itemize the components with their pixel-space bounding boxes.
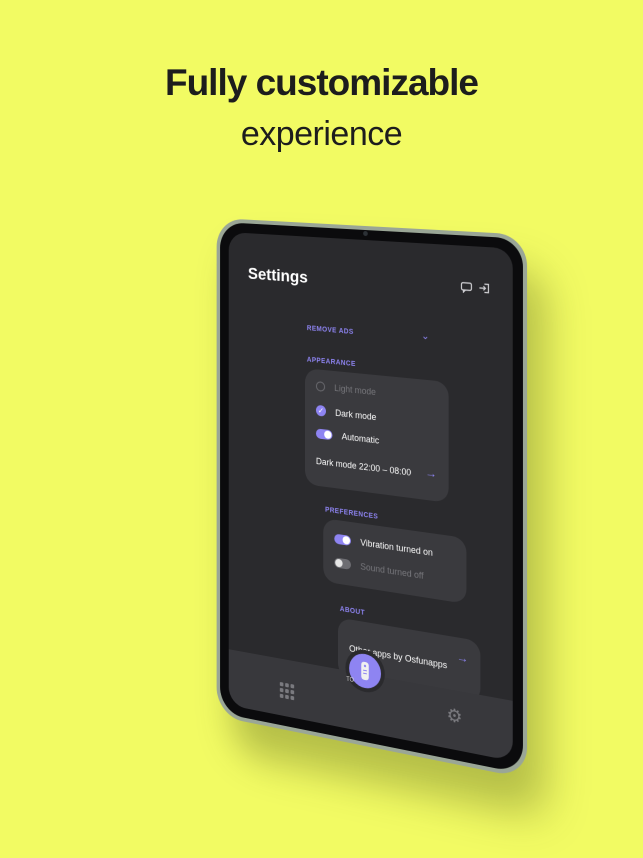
chat-icon[interactable] bbox=[460, 280, 472, 293]
fab-label: TO bbox=[346, 677, 354, 684]
tablet-bezel: Settings REMOVE ADS ⌄ APPEARANCE Light m… bbox=[220, 222, 523, 774]
automatic-toggle[interactable] bbox=[316, 428, 333, 440]
arrow-right-icon[interactable]: → bbox=[425, 465, 437, 481]
page-title: Settings bbox=[248, 264, 308, 288]
device-stage: Settings REMOVE ADS ⌄ APPEARANCE Light m… bbox=[0, 0, 643, 858]
preferences-header: PREFERENCES bbox=[325, 507, 378, 521]
vibration-label: Vibration turned on bbox=[360, 537, 433, 558]
light-mode-option[interactable]: Light mode bbox=[316, 381, 376, 397]
app-screen: Settings REMOVE ADS ⌄ APPEARANCE Light m… bbox=[229, 232, 513, 761]
radio-empty-icon bbox=[316, 381, 325, 392]
sound-label: Sound turned off bbox=[360, 561, 423, 581]
login-icon[interactable] bbox=[478, 282, 490, 295]
arrow-right-icon[interactable]: → bbox=[457, 650, 469, 666]
top-icons bbox=[460, 280, 490, 294]
sound-option[interactable]: Sound turned off bbox=[334, 557, 423, 581]
sound-toggle[interactable] bbox=[334, 557, 351, 569]
schedule-label: Dark mode 22:00 – 08:00 bbox=[316, 456, 411, 478]
checkmark-icon: ✓ bbox=[316, 405, 326, 417]
grid-icon[interactable] bbox=[280, 682, 294, 700]
gear-icon[interactable]: ⚙ bbox=[447, 704, 463, 729]
remote-icon bbox=[349, 651, 381, 691]
remove-ads-link[interactable]: REMOVE ADS bbox=[307, 325, 354, 336]
automatic-option[interactable]: Automatic bbox=[316, 428, 379, 445]
about-header: ABOUT bbox=[340, 606, 365, 617]
dark-mode-option[interactable]: ✓ Dark mode bbox=[316, 405, 376, 422]
appearance-header: APPEARANCE bbox=[307, 357, 356, 369]
chevron-down-icon[interactable]: ⌄ bbox=[421, 331, 429, 343]
camera-dot bbox=[363, 231, 368, 236]
appearance-card: Light mode ✓ Dark mode Automatic Dark mo… bbox=[305, 368, 449, 503]
light-mode-label: Light mode bbox=[334, 383, 376, 397]
dark-mode-schedule[interactable]: Dark mode 22:00 – 08:00 bbox=[316, 456, 411, 478]
vibration-toggle[interactable] bbox=[334, 534, 351, 546]
vibration-option[interactable]: Vibration turned on bbox=[334, 534, 433, 558]
remote-fab-button[interactable] bbox=[349, 651, 381, 691]
tablet-device: Settings REMOVE ADS ⌄ APPEARANCE Light m… bbox=[217, 218, 527, 779]
preferences-card: Vibration turned on Sound turned off bbox=[323, 518, 466, 604]
automatic-label: Automatic bbox=[342, 431, 379, 445]
dark-mode-label: Dark mode bbox=[335, 407, 376, 421]
